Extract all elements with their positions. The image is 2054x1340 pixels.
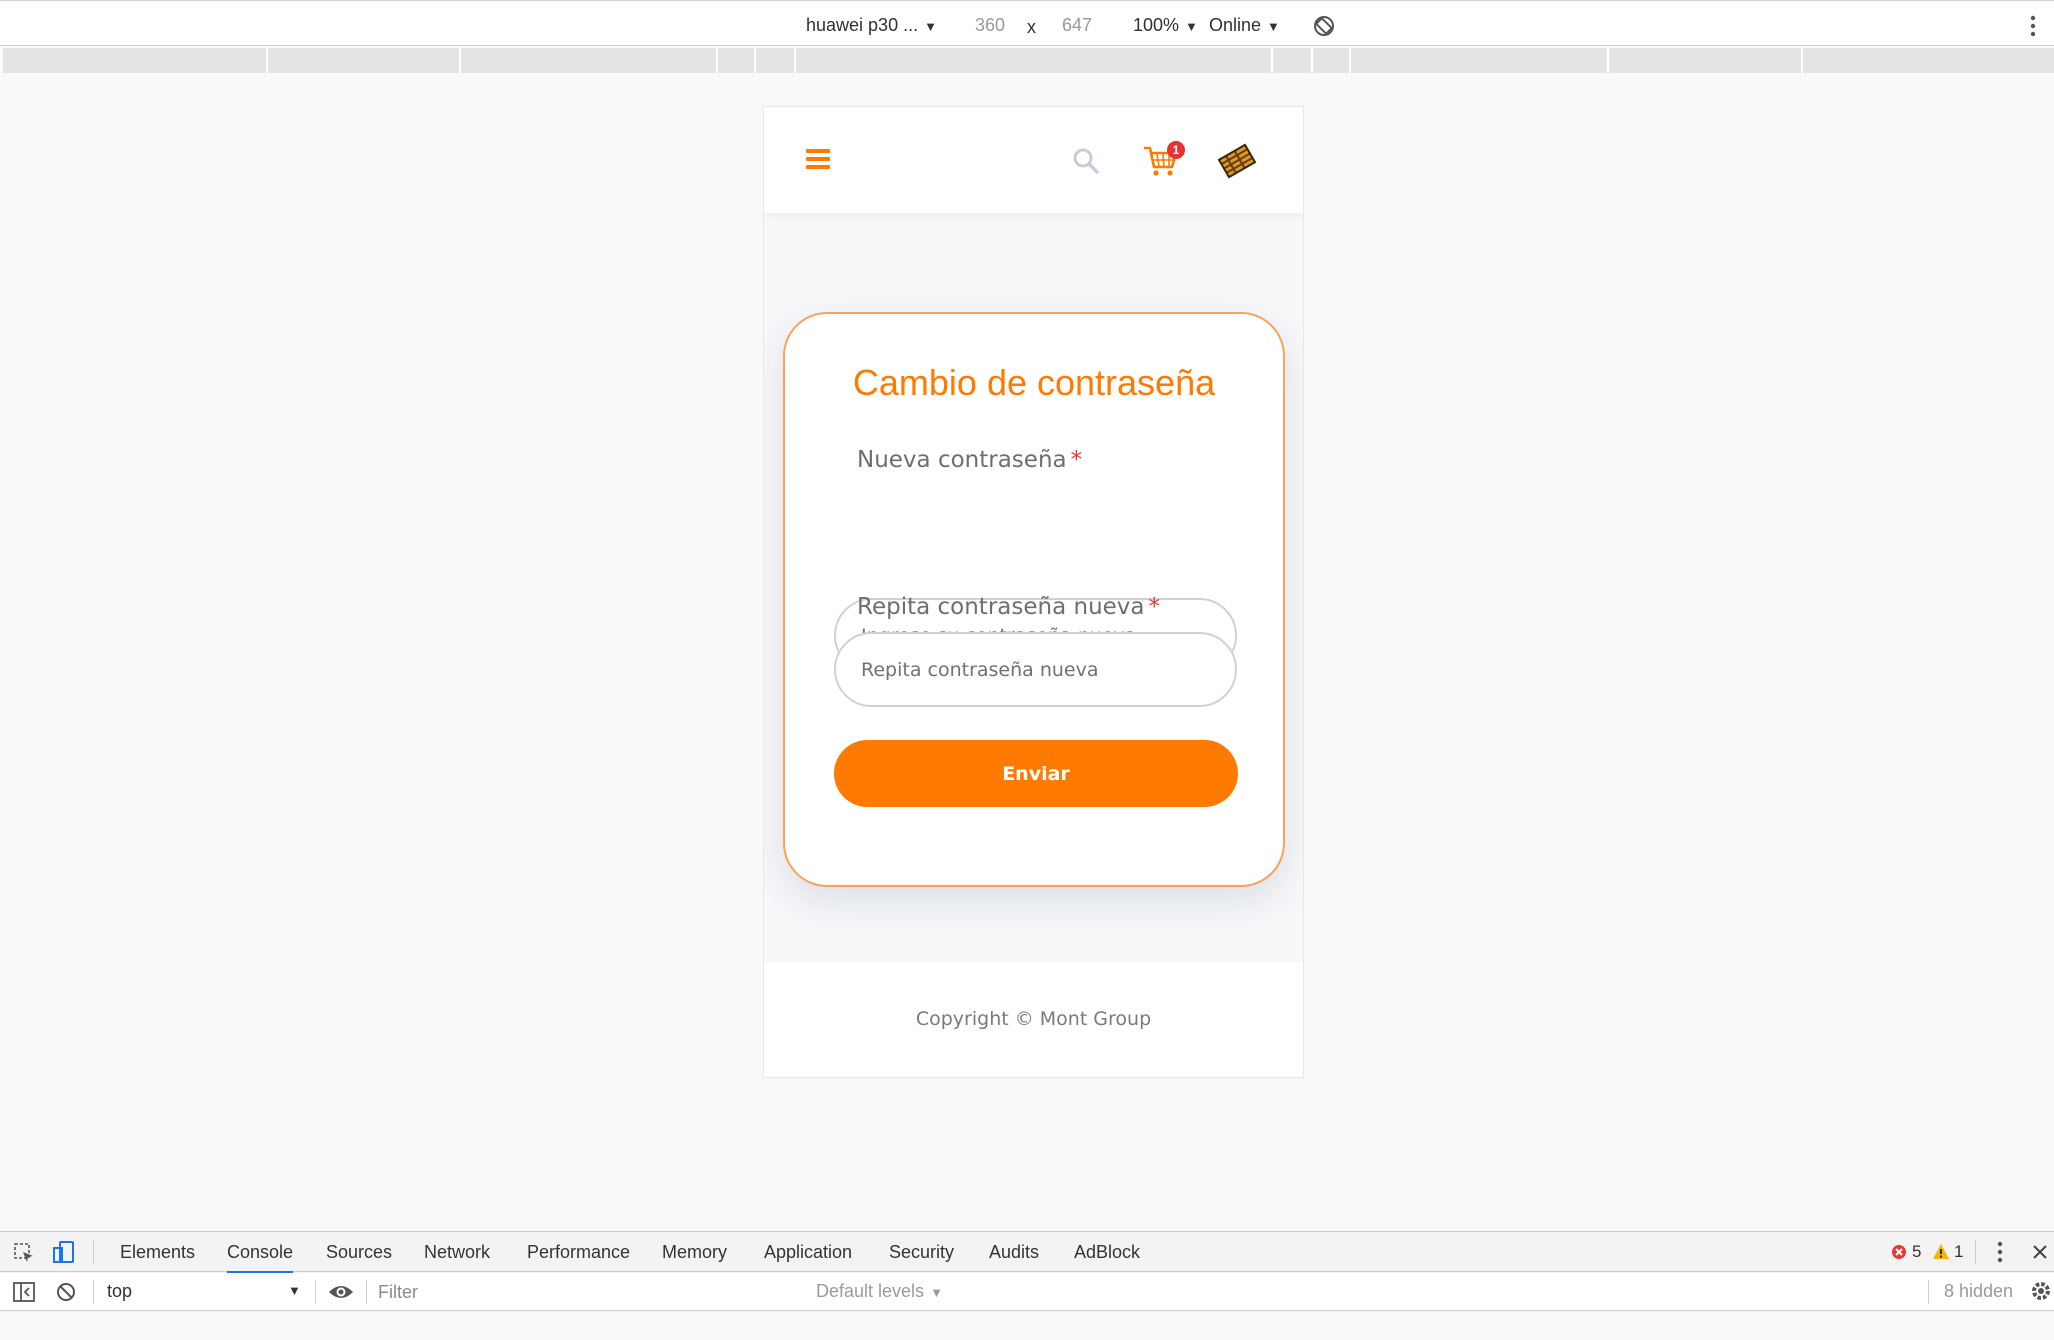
gear-icon[interactable]	[2030, 1280, 2052, 1302]
tab-security[interactable]: Security	[889, 1242, 954, 1263]
repeat-password-field[interactable]	[834, 632, 1237, 707]
tab-sources[interactable]: Sources	[326, 1242, 392, 1263]
app-footer: Copyright © Mont Group	[764, 962, 1303, 1077]
toolbar-divider	[1928, 1280, 1929, 1304]
close-icon[interactable]	[2032, 1244, 2048, 1260]
ruler-tick	[716, 48, 718, 73]
log-levels-label: Default levels	[816, 1281, 925, 1301]
avatar[interactable]	[1216, 141, 1258, 181]
sidebar-toggle-icon[interactable]	[13, 1282, 35, 1302]
dimension-separator: x	[1027, 17, 1036, 37]
hidden-messages-count: 8 hidden	[1944, 1281, 2014, 1301]
required-mark: *	[1148, 594, 1161, 620]
tab-memory[interactable]: Memory	[662, 1242, 727, 1263]
inspect-element-icon[interactable]	[13, 1242, 35, 1264]
toolbar-divider	[366, 1280, 367, 1304]
ruler-tick	[1311, 48, 1313, 73]
hamburger-menu-icon[interactable]	[806, 149, 830, 169]
ruler-tick	[1607, 48, 1609, 73]
new-password-label-text: Nueva contraseña	[857, 447, 1067, 473]
tab-audits[interactable]: Audits	[989, 1242, 1039, 1263]
device-toolbar-toggle-icon[interactable]	[53, 1241, 75, 1265]
warning-icon[interactable]	[1932, 1243, 1950, 1260]
log-levels-select[interactable]: Default levels ▼	[816, 1281, 943, 1302]
device-select[interactable]: huawei p30 ... ▼	[806, 15, 937, 36]
cart-count-badge: 1	[1167, 141, 1185, 159]
more-options-icon[interactable]	[2030, 15, 2036, 37]
repeat-password-label-text: Repita contraseña nueva	[857, 594, 1145, 620]
caret-down-icon: ▼	[924, 19, 937, 34]
tab-console[interactable]: Console	[227, 1242, 294, 1273]
clear-console-icon[interactable]	[56, 1282, 76, 1302]
context-select[interactable]: top	[107, 1281, 132, 1302]
search-icon[interactable]	[1072, 147, 1100, 175]
throttle-select-label: Online	[1209, 15, 1262, 35]
tab-network[interactable]: Network	[424, 1242, 490, 1263]
ruler-tick	[1349, 48, 1351, 73]
caret-down-icon: ▼	[1185, 19, 1198, 34]
media-query-ruler[interactable]	[3, 48, 2054, 73]
caret-down-icon: ▼	[288, 1283, 301, 1298]
toolbar-divider	[315, 1280, 316, 1304]
viewport-height-field[interactable]: 647	[1062, 15, 1092, 36]
tab-elements[interactable]: Elements	[120, 1242, 195, 1263]
ruler-tick	[794, 48, 796, 73]
zoom-select-label: 100%	[1133, 15, 1180, 35]
toolbar-divider	[93, 1240, 94, 1264]
ruler-tick	[754, 48, 756, 73]
ruler-tick	[266, 48, 268, 73]
console-toolbar: top ▼ Default levels ▼ 8 hidden	[0, 1273, 2054, 1311]
throttle-select[interactable]: Online ▼	[1209, 15, 1280, 36]
eye-icon[interactable]	[328, 1283, 354, 1301]
page-title: Cambio de contraseña	[852, 362, 1216, 403]
new-password-label: Nueva contraseña *	[857, 447, 1082, 473]
error-count[interactable]: 5	[1912, 1242, 1921, 1262]
ruler-tick	[1801, 48, 1803, 73]
device-select-label: huawei p30 ...	[806, 15, 919, 35]
console-filter-input[interactable]	[378, 1277, 803, 1307]
toolbar-divider	[1975, 1240, 1976, 1264]
console-output-area[interactable]	[0, 1312, 2054, 1340]
error-icon[interactable]	[1891, 1244, 1907, 1260]
app-header: 1	[764, 107, 1303, 213]
ruler-tick	[1271, 48, 1273, 73]
device-toolbar: huawei p30 ... ▼ 360 x 647 100% ▼ Online ▼	[0, 0, 2054, 46]
password-change-card: Cambio de contraseña Nueva contraseña* R…	[783, 312, 1285, 887]
tab-adblock[interactable]: AdBlock	[1074, 1242, 1140, 1263]
submit-button[interactable]: Enviar	[834, 740, 1238, 807]
viewport-width-field[interactable]: 360	[975, 15, 1005, 36]
ruler-tick	[459, 48, 461, 73]
devtools-panel: Elements Console Sources Network Perform…	[0, 1231, 2054, 1340]
caret-down-icon: ▼	[930, 1285, 943, 1300]
copyright-text: Copyright © Mont Group	[915, 1008, 1152, 1030]
rotate-icon[interactable]	[1312, 14, 1336, 38]
devtools-tab-bar: Elements Console Sources Network Perform…	[0, 1232, 2054, 1273]
zoom-select[interactable]: 100% ▼	[1133, 15, 1198, 36]
caret-down-icon: ▼	[1267, 19, 1280, 34]
required-mark: *	[1070, 447, 1083, 473]
device-viewport: 1 Cambio de contraseña Nueva contraseña *…	[763, 106, 1304, 1078]
tab-application[interactable]: Application	[764, 1242, 852, 1263]
warning-count[interactable]: 1	[1954, 1242, 1963, 1262]
devtools-menu-icon[interactable]	[1997, 1241, 2003, 1263]
tab-performance[interactable]: Performance	[527, 1242, 630, 1263]
repeat-password-label: Repita contraseña nueva *	[857, 594, 1160, 620]
toolbar-divider	[93, 1280, 94, 1304]
